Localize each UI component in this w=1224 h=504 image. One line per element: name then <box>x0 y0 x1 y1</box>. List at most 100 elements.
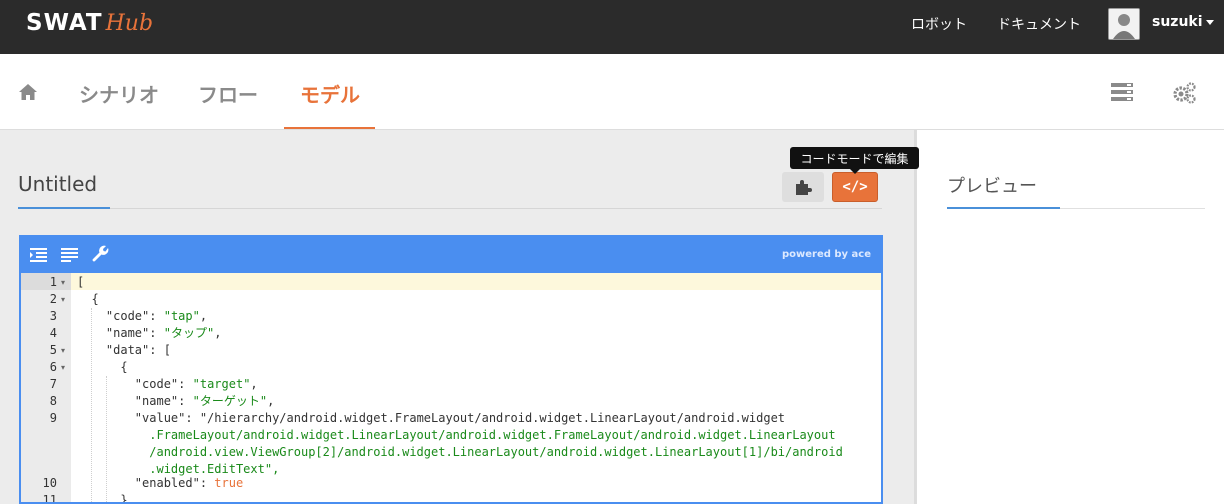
code-line: "code": "target", <box>77 376 258 393</box>
code-line: .FrameLayout/android.widget.LinearLayout… <box>77 427 836 444</box>
code-line: [ <box>77 274 84 291</box>
user-avatar-icon <box>1109 9 1139 39</box>
logo[interactable]: SWAT Hub <box>26 10 153 40</box>
code-key: "data" <box>105 343 150 357</box>
code-text: , <box>199 309 208 323</box>
active-line-highlight <box>71 273 881 290</box>
top-bar: SWAT Hub ロボット ドキュメント suzuki <box>0 0 1224 54</box>
chevron-down-icon <box>1205 19 1214 25</box>
tooltip-arrow <box>850 169 860 174</box>
logo-main-text: SWAT <box>26 10 103 36</box>
settings-gears-icon[interactable] <box>1172 82 1196 104</box>
code-text: { <box>77 292 99 306</box>
code-string: "タップ" <box>163 326 215 340</box>
code-key: "enabled" <box>134 476 200 490</box>
title-divider <box>18 208 882 209</box>
code-text: , <box>250 377 258 391</box>
fold-toggle-icon[interactable]: ▾ <box>61 342 65 359</box>
model-title[interactable]: Untitled <box>18 172 97 196</box>
code-line: "value": "/hierarchy/android.widget.Fram… <box>77 410 785 427</box>
code-key: "value" <box>134 411 186 425</box>
wrench-icon[interactable] <box>92 245 110 263</box>
line-number: 2 <box>49 292 57 306</box>
code-line: "data": [ <box>77 342 171 359</box>
line-number: 5 <box>49 343 57 357</box>
preview-underline <box>947 207 1060 209</box>
code-string: .FrameLayout/android.widget.LinearLayout… <box>77 428 836 442</box>
code-line: "name": "ターゲット", <box>77 393 275 410</box>
code-string: /android.view.ViewGroup[2]/android.widge… <box>77 445 843 459</box>
code-line: "code": "tap", <box>77 308 207 325</box>
code-line: { <box>77 291 99 308</box>
code-key: "name" <box>134 394 179 408</box>
code-text: : <box>149 326 157 340</box>
code-text: { <box>77 360 128 374</box>
code-key: "name" <box>105 326 150 340</box>
line-number: 4 <box>49 326 57 340</box>
code-mode-button[interactable]: </> <box>832 172 878 202</box>
code-key: "code" <box>134 377 179 391</box>
code-string: "target" <box>192 377 251 391</box>
block-mode-button[interactable] <box>782 172 824 202</box>
user-name-label: suzuki <box>1152 14 1203 30</box>
code-text: [ <box>77 275 85 289</box>
editor-toolbar: powered by ace <box>21 237 881 273</box>
puzzle-icon <box>796 180 812 195</box>
code-key: "code" <box>105 309 150 323</box>
user-menu[interactable]: suzuki <box>1152 14 1214 30</box>
line-number: 1 <box>49 275 57 289</box>
code-text: : <box>149 343 157 357</box>
line-number: 6 <box>49 360 57 374</box>
line-number: 8 <box>49 394 57 408</box>
avatar[interactable] <box>1108 8 1140 40</box>
active-tab-indicator <box>284 127 375 129</box>
fold-toggle-icon[interactable]: ▾ <box>61 359 65 376</box>
code-text: : <box>185 411 193 425</box>
fold-toggle-icon[interactable]: ▾ <box>61 274 65 291</box>
powered-by-label: powered by ace <box>781 249 871 260</box>
tab-model[interactable]: モデル <box>300 79 360 108</box>
code-text: [ <box>156 343 171 357</box>
line-number: 10 <box>42 476 57 490</box>
line-number: 3 <box>49 309 57 323</box>
code-editor[interactable]: powered by ace 1 2 3 4 5 6 7 8 9 10 11 ▾… <box>19 235 883 504</box>
code-text: : <box>149 309 157 323</box>
preview-title: プレビュー <box>947 176 1037 197</box>
code-text: "/hierarchy/android.widget.FrameLayout/a… <box>192 411 786 425</box>
code-text: : <box>199 476 208 490</box>
tab-scenario[interactable]: シナリオ <box>79 79 159 108</box>
code-line: "enabled": true <box>77 475 243 492</box>
format-indent-icon[interactable] <box>30 247 48 263</box>
list-view-icon[interactable] <box>1111 83 1133 101</box>
line-number: 7 <box>49 377 57 391</box>
compact-text-icon[interactable] <box>61 247 79 263</box>
document-link[interactable]: ドキュメント <box>997 14 1081 34</box>
robot-link[interactable]: ロボット <box>911 14 967 34</box>
line-number: 11 <box>42 493 57 504</box>
line-number: 9 <box>49 411 57 425</box>
code-boolean: true <box>214 476 244 490</box>
tab-flow[interactable]: フロー <box>198 79 258 108</box>
logo-accent-text: Hub <box>105 11 154 36</box>
code-text: , <box>267 394 275 408</box>
fold-toggle-icon[interactable]: ▾ <box>61 291 65 308</box>
code-line: } <box>77 492 127 502</box>
code-mode-tooltip: コードモードで編集 <box>790 147 919 169</box>
nav-bar: シナリオ フロー モデル <box>0 54 1224 130</box>
home-icon[interactable] <box>18 83 38 101</box>
code-line: { <box>77 359 128 376</box>
code-string: .widget.EditText", <box>77 462 280 476</box>
code-string: "ターゲット" <box>192 394 268 408</box>
code-line: "name": "タップ", <box>77 325 222 342</box>
title-underline <box>18 207 110 209</box>
